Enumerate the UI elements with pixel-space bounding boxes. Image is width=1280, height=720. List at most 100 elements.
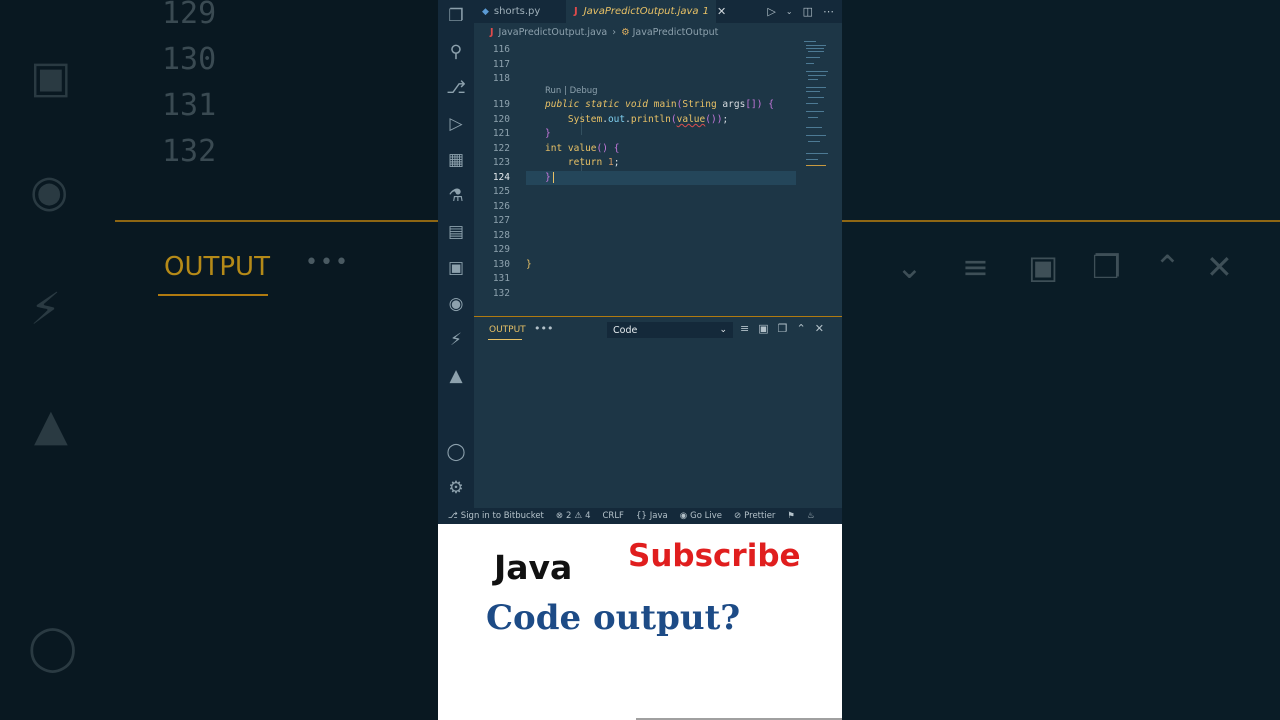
split-editor-icon[interactable]: ◫: [803, 5, 813, 18]
background-output-label: OUTPUT: [164, 252, 270, 282]
feedback-button[interactable]: ⚑: [787, 511, 795, 521]
error-count: 2: [566, 511, 572, 521]
prettier-status[interactable]: ⊘ Prettier: [734, 511, 775, 521]
line-number: 125: [492, 186, 510, 197]
tab-label: shorts.py: [493, 6, 541, 17]
close-tab-icon[interactable]: ✕: [717, 5, 726, 18]
lightning-icon[interactable]: ⚡: [438, 326, 474, 354]
copy-icon: ❐: [1092, 248, 1121, 286]
promo-language: Java: [494, 548, 573, 587]
run-debug-icon[interactable]: ▷: [438, 110, 474, 138]
azure-icon[interactable]: ▲: [438, 362, 474, 390]
warning-icon: ⚠: [574, 511, 583, 521]
go-live-button[interactable]: ◉ Go Live: [680, 511, 722, 521]
output-panel: OUTPUT ••• Code ⌄ ≡ ▣ ❐ ⌃ ✕: [474, 316, 842, 508]
code-line: }: [545, 172, 554, 183]
background-output-underline: [158, 294, 268, 296]
vscode-window: ❐ ⚲ ⎇ ▷ ▦ ⚗ ▤ ▣ ◉ ⚡ ▲ ◯ ⚙ ◆ shorts.py J …: [438, 0, 842, 720]
line-number: 131: [492, 273, 510, 284]
java-file-icon: J: [490, 26, 494, 38]
bitbucket-label: Sign in to Bitbucket: [460, 511, 544, 521]
background-right: [842, 0, 1280, 720]
prettier-label: Prettier: [744, 511, 776, 521]
output-channel-select[interactable]: Code ⌄: [607, 322, 733, 338]
terminal-icon: ▣: [30, 52, 72, 103]
line-number: 128: [492, 230, 510, 241]
tab-java-predict-output[interactable]: J JavaPredictOutput.java 1 ✕: [566, 0, 726, 23]
explorer-icon[interactable]: ❐: [438, 2, 474, 30]
chevron-down-icon: ⌄: [896, 248, 923, 286]
bitbucket-icon: ⎇: [448, 511, 458, 521]
code-line: System.out.println(value());: [567, 114, 729, 125]
code-line: return 1;: [567, 157, 620, 168]
editor-actions: ▷ ⌄ ◫ ⋯: [767, 0, 834, 23]
code-editor[interactable]: 116 117 118 119 120 121 122 123 124 125 …: [474, 41, 842, 316]
source-control-icon[interactable]: ⎇: [438, 74, 474, 102]
line-number: 121: [492, 128, 510, 139]
breadcrumb-file[interactable]: JavaPredictOutput.java: [499, 27, 608, 38]
line-number: 120: [492, 114, 510, 125]
minimap[interactable]: [802, 41, 828, 181]
error-icon: ⊗: [555, 511, 564, 521]
terminal-icon[interactable]: ▣: [438, 254, 474, 282]
promo-area: Java Subscribe Code output?: [438, 524, 842, 720]
code-line: public static void main(String args[]) {: [545, 99, 774, 110]
panel-more-dots[interactable]: •••: [534, 322, 553, 335]
maximize-panel-chevron-up-icon[interactable]: ⌃: [797, 322, 806, 335]
line-number-current: 124: [492, 172, 510, 183]
azure-icon: ▲: [34, 400, 68, 451]
line-number: 122: [492, 143, 510, 154]
line-number: 119: [492, 99, 510, 110]
search-icon[interactable]: ⚲: [438, 38, 474, 66]
python-file-icon: ◆: [482, 6, 489, 17]
problem-count-badge: 1: [702, 6, 709, 17]
notebook-icon[interactable]: ▤: [438, 218, 474, 246]
run-icon[interactable]: ▷: [767, 5, 775, 18]
panel-tab-output[interactable]: OUTPUT: [489, 325, 526, 335]
more-actions-icon[interactable]: ⋯: [823, 5, 834, 18]
tab-shorts-py[interactable]: ◆ shorts.py: [474, 0, 566, 23]
problems-indicator[interactable]: ⊗ 2 ⚠ 4: [556, 511, 591, 521]
line-number: 123: [492, 157, 510, 168]
line-number: 130: [492, 259, 510, 270]
background-line-number: 132: [162, 134, 217, 169]
promo-question: Code output?: [486, 598, 741, 638]
codelens-run-debug[interactable]: Run | Debug: [545, 86, 598, 96]
settings-gear-icon[interactable]: ⚙: [438, 474, 474, 502]
output-channel-value: Code: [613, 324, 638, 336]
background-left: [0, 0, 438, 720]
tab-bar: ◆ shorts.py J JavaPredictOutput.java 1 ✕…: [474, 0, 842, 23]
open-in-editor-icon[interactable]: ❐: [778, 322, 788, 335]
java-file-icon: J: [574, 6, 578, 17]
close-panel-icon[interactable]: ✕: [815, 322, 824, 335]
git-graph-icon[interactable]: ◉: [438, 290, 474, 318]
code-line: }: [545, 128, 551, 139]
bitbucket-signin[interactable]: ⎇ Sign in to Bitbucket: [448, 511, 544, 521]
run-dropdown-chevron-icon[interactable]: ⌄: [786, 7, 793, 16]
lock-icon: ▣: [1028, 248, 1059, 286]
notifications-button[interactable]: ♨: [807, 511, 815, 521]
testing-icon[interactable]: ⚗: [438, 182, 474, 210]
background-divider-left: [115, 220, 438, 222]
status-bar: ⎇ Sign in to Bitbucket ⊗ 2 ⚠ 4 CRLF {} J…: [438, 508, 842, 524]
class-symbol-icon: ⚙: [621, 26, 630, 38]
breadcrumb-symbol[interactable]: JavaPredictOutput: [633, 27, 719, 38]
activity-bar: ❐ ⚲ ⎇ ▷ ▦ ⚗ ▤ ▣ ◉ ⚡ ▲ ◯ ⚙: [438, 0, 474, 508]
background-divider-right: [842, 220, 1280, 222]
line-number: 129: [492, 244, 510, 255]
extensions-icon[interactable]: ▦: [438, 146, 474, 174]
line-number: 116: [492, 44, 510, 55]
language-mode[interactable]: {} Java: [636, 511, 668, 521]
account-icon[interactable]: ◯: [438, 438, 474, 466]
line-number: 118: [492, 73, 510, 84]
lock-scroll-icon[interactable]: ▣: [758, 322, 768, 335]
eol-indicator[interactable]: CRLF: [602, 511, 623, 521]
line-number: 117: [492, 59, 510, 70]
warning-count: 4: [585, 511, 591, 521]
chevron-down-icon: ⌄: [719, 325, 727, 335]
eol-label: CRLF: [602, 511, 624, 521]
code-line: }: [526, 259, 532, 270]
panel-tab-underline: [488, 339, 522, 340]
text-cursor: [552, 172, 554, 183]
clear-output-icon[interactable]: ≡: [740, 322, 749, 335]
